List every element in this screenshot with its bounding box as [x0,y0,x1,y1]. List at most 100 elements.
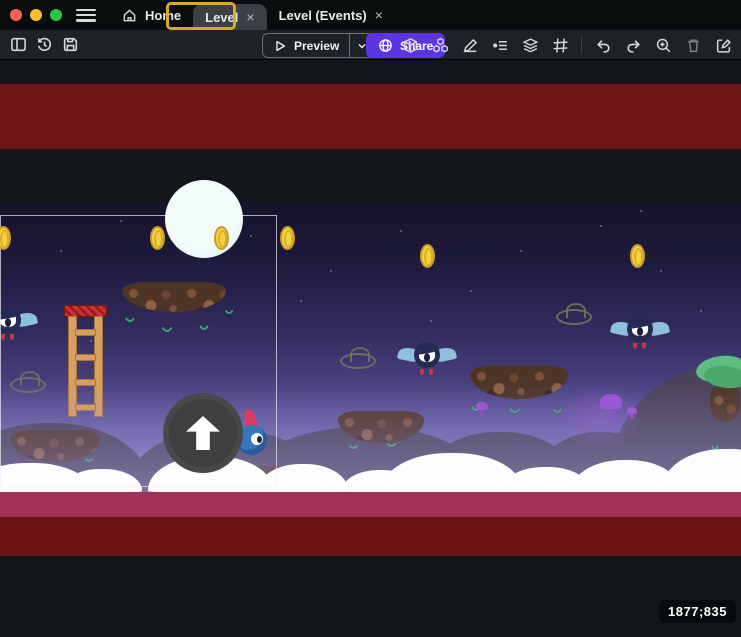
history-icon[interactable] [32,33,56,57]
bat-claw [1,334,5,340]
scene-canvas[interactable]: 1877;835 [0,60,741,637]
palm-frond [703,363,741,390]
titlebar: Home Level × Level (Events) × [0,0,741,30]
minimize-window-button[interactable] [30,9,42,21]
tab-level-events-label: Level (Events) [279,8,367,23]
ladder-rung [75,404,96,411]
bat-body [414,342,440,368]
star [520,250,522,252]
tab-home-label: Home [145,8,181,23]
ground-pink-band[interactable] [0,492,741,517]
sky-layer[interactable] [0,201,741,492]
tab-level-label: Level [205,10,238,25]
platform-palm-right[interactable] [700,356,741,456]
redo-icon[interactable] [621,33,645,57]
close-window-button[interactable] [10,9,22,21]
ladder-rung [75,354,96,361]
star [330,270,332,272]
vine [708,408,722,450]
ladder-rung [75,329,96,336]
app-window: Home Level × Level (Events) × Preview [0,0,741,637]
vine [122,288,138,322]
mushroom[interactable] [627,407,637,419]
platform-left[interactable] [0,412,118,464]
star [640,210,642,212]
bat-pupil [424,353,430,362]
star [600,225,602,227]
bat-claw [642,343,646,349]
pencil-icon[interactable] [458,33,482,57]
ground-red-band[interactable] [0,517,741,556]
bat-enemy[interactable] [612,314,668,350]
mushroom[interactable] [476,402,488,417]
vine [384,421,399,447]
jump-control-button[interactable] [163,393,243,473]
bat-pupil [5,318,11,327]
coin[interactable] [420,244,435,268]
toolbar: Preview Share [0,30,741,60]
edit-note-icon[interactable] [711,33,735,57]
save-icon[interactable] [58,33,82,57]
moon[interactable] [165,180,243,258]
trash-icon[interactable] [681,33,705,57]
object-3d-icon[interactable] [398,33,422,57]
tab-home[interactable]: Home [110,0,193,30]
bat-claw [429,369,433,375]
up-arrow-icon [186,416,220,450]
instances-list-icon[interactable] [488,33,512,57]
preview-label: Preview [294,39,339,53]
tab-level-events[interactable]: Level (Events) × [267,0,395,30]
star [430,320,432,322]
bat-body [0,307,21,333]
ufo-outline[interactable] [340,353,376,369]
ladder[interactable] [66,305,105,417]
star [400,230,402,232]
toolbar-separator [581,36,582,54]
bat-eye [632,325,648,336]
tab-level[interactable]: Level × [193,4,266,30]
mushroom[interactable] [600,394,622,422]
vine [196,290,212,330]
objects-group-icon[interactable] [428,33,452,57]
star [660,270,662,272]
coin[interactable] [630,244,645,268]
vine [222,286,236,314]
bat-enemy[interactable] [399,340,455,376]
bat-enemy[interactable] [0,305,36,341]
top-background-band[interactable] [0,84,741,149]
close-tab-icon[interactable]: × [246,9,254,25]
coin[interactable] [150,226,165,250]
vine [158,294,176,332]
home-icon [122,8,137,23]
ufo-outline[interactable] [10,377,46,393]
bat-claw [633,343,637,349]
star [60,250,62,252]
panels-icon[interactable] [6,33,30,57]
bat-pupil [637,327,643,336]
zoom-in-icon[interactable] [651,33,675,57]
platform-center-bottom[interactable] [322,393,440,451]
bat-eye [0,316,16,327]
bat-body [627,316,653,342]
coin[interactable] [214,226,229,250]
close-tab-icon[interactable]: × [375,7,383,23]
ufo-outline[interactable] [556,309,592,325]
vine [82,436,96,462]
maximize-window-button[interactable] [50,9,62,21]
ladder-rung [75,379,96,386]
coin[interactable] [280,226,295,250]
undo-icon[interactable] [591,33,615,57]
globe-icon [378,38,393,53]
vine [726,414,739,452]
window-controls [10,9,62,21]
menu-icon[interactable] [76,9,96,22]
cursor-coordinates: 1877;835 [659,600,736,623]
platform-top-center[interactable] [100,260,248,334]
preview-main[interactable]: Preview [263,34,349,57]
bat-claw [420,369,424,375]
player-eye [251,433,263,445]
layers-icon[interactable] [518,33,542,57]
grid-icon[interactable] [548,33,572,57]
star [120,220,122,222]
preview-button[interactable]: Preview [262,33,374,58]
